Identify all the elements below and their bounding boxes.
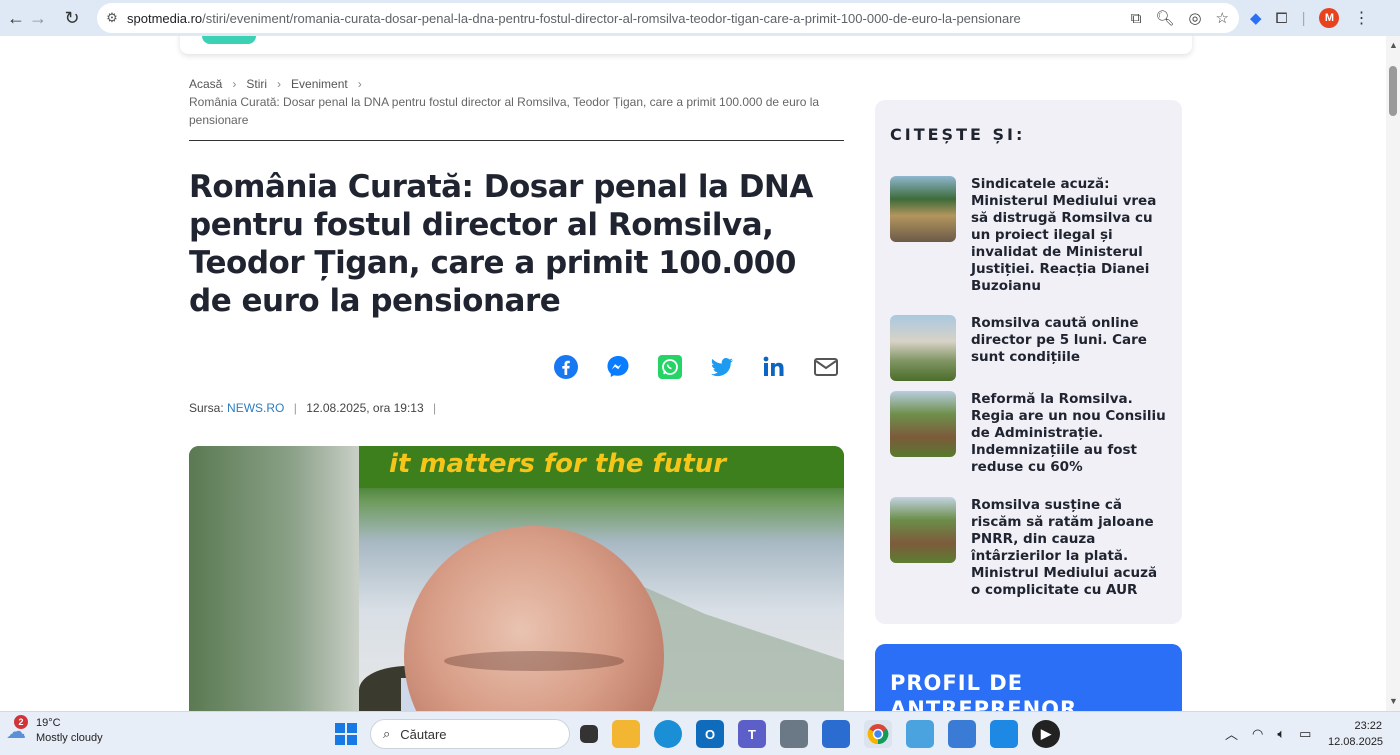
- file-explorer-icon[interactable]: [612, 720, 640, 748]
- outlook-icon[interactable]: O: [696, 720, 724, 748]
- related-item[interactable]: Reformă la Romsilva. Regia are un nou Co…: [890, 391, 1170, 476]
- source-link[interactable]: NEWS.RO: [227, 401, 284, 415]
- weather-widget[interactable]: ☁ 2 19°C Mostly cloudy: [6, 715, 103, 746]
- hero-brow: [444, 651, 624, 671]
- related-articles-card: CITEȘTE ȘI: Sindicatele acuză: Ministeru…: [875, 100, 1182, 624]
- toolbar-divider: |: [1301, 9, 1306, 27]
- url-path: /stiri/eveniment/romania-curata-dosar-pe…: [202, 10, 1021, 26]
- breadcrumb-divider: [189, 140, 844, 141]
- reload-icon[interactable]: ↻: [56, 2, 88, 34]
- search-icon: ⌕: [383, 726, 391, 741]
- related-item[interactable]: Romsilva caută online director pe 5 luni…: [890, 315, 1170, 381]
- url-host: spotmedia.ro: [127, 10, 203, 26]
- related-thumbnail[interactable]: [890, 497, 956, 563]
- scroll-down-arrow-icon[interactable]: ▼: [1389, 696, 1398, 706]
- taskbar-search[interactable]: ⌕ Căutare: [370, 719, 570, 749]
- search-placeholder: Căutare: [400, 726, 447, 742]
- related-thumbnail[interactable]: [890, 315, 956, 381]
- site-info-icon[interactable]: ⚙: [97, 10, 127, 26]
- chrome-icon[interactable]: [864, 720, 892, 748]
- browser-toolbar: ← → ↻ ⚙ spotmedia.ro/stiri/eveniment/rom…: [0, 0, 1400, 36]
- breadcrumb: Acasă › Stiri › Eveniment › România Curată: D…: [189, 75, 849, 129]
- page-scrollbar[interactable]: ▲ ▼: [1386, 36, 1400, 711]
- chevron-up-icon[interactable]: ︿: [1225, 724, 1238, 743]
- hero-background-trees: [189, 446, 359, 711]
- profile-antreprenor-card[interactable]: PROFIL DE ANTREPRENOR: [875, 644, 1182, 711]
- bookmark-star-icon[interactable]: ☆: [1216, 9, 1229, 27]
- hero-banner-text: it matters for the futur: [359, 446, 844, 488]
- more-menu-icon[interactable]: ⋮: [1353, 8, 1369, 28]
- taskbar-apps: O T ▶: [580, 720, 1060, 748]
- notepad-icon[interactable]: [948, 720, 976, 748]
- media-player-icon[interactable]: ▶: [1032, 720, 1060, 748]
- zoom-icon[interactable]: 🔍︎: [1155, 9, 1174, 27]
- related-title[interactable]: Romsilva caută online director pe 5 luni…: [971, 315, 1167, 381]
- weather-badge: 2: [14, 715, 28, 729]
- windows-start-icon[interactable]: [335, 723, 357, 745]
- edge-icon[interactable]: [654, 720, 682, 748]
- site-logo[interactable]: [202, 36, 256, 44]
- related-title[interactable]: Romsilva susține că riscăm să ratăm jalo…: [971, 497, 1167, 599]
- related-item[interactable]: Romsilva susține că riscăm să ratăm jalo…: [890, 497, 1170, 599]
- publish-date: 12.08.2025, ora 19:13: [306, 401, 424, 415]
- related-thumbnail[interactable]: [890, 176, 956, 242]
- teams-icon[interactable]: T: [738, 720, 766, 748]
- cloud-icon: ☁ 2: [6, 715, 28, 743]
- scrollbar-thumb[interactable]: [1389, 66, 1397, 116]
- article-meta: Sursa: NEWS.RO | 12.08.2025, ora 19:13 |: [189, 401, 442, 415]
- url-text[interactable]: spotmedia.ro/stiri/eveniment/romania-cur…: [127, 11, 1021, 26]
- related-heading: CITEȘTE ȘI:: [890, 125, 1026, 144]
- source-label: Sursa:: [189, 401, 224, 415]
- breadcrumb-separator: ›: [357, 77, 362, 91]
- share-buttons: [553, 352, 839, 382]
- breadcrumb-stiri[interactable]: Stiri: [246, 77, 267, 91]
- taskbar-clock[interactable]: 23:22 12.08.2025: [1328, 718, 1384, 750]
- breadcrumb-separator: ›: [232, 77, 237, 91]
- speaker-icon[interactable]: 🔈︎: [1277, 726, 1285, 742]
- breadcrumb-home[interactable]: Acasă: [189, 77, 222, 91]
- clock-date: 12.08.2025: [1328, 736, 1384, 748]
- maps-app-icon[interactable]: [906, 720, 934, 748]
- linkedin-icon[interactable]: [761, 354, 787, 380]
- breadcrumb-current: România Curată: Dosar penal la DNA pentr…: [189, 95, 820, 127]
- related-thumbnail[interactable]: [890, 391, 956, 457]
- site-header: [180, 36, 1192, 54]
- battery-icon[interactable]: ▭: [1299, 726, 1311, 742]
- weather-temp: 19°C: [36, 717, 61, 729]
- extensions-puzzle-icon[interactable]: ⧠: [1276, 10, 1288, 27]
- meta-separator: |: [293, 401, 297, 415]
- profile-card-title: PROFIL DE ANTREPRENOR: [890, 671, 1078, 711]
- photos-icon[interactable]: [990, 720, 1018, 748]
- weather-desc: Mostly cloudy: [36, 732, 103, 744]
- breadcrumb-separator: ›: [277, 77, 282, 91]
- related-title[interactable]: Reformă la Romsilva. Regia are un nou Co…: [971, 391, 1167, 476]
- install-app-icon[interactable]: ⧉: [1131, 10, 1142, 27]
- extension-diamond-icon[interactable]: ◆: [1250, 9, 1262, 27]
- calculator-icon[interactable]: [780, 720, 808, 748]
- related-item[interactable]: Sindicatele acuză: Ministerul Mediului v…: [890, 176, 1170, 295]
- related-title[interactable]: Sindicatele acuză: Ministerul Mediului v…: [971, 176, 1167, 295]
- wifi-icon[interactable]: ◠: [1252, 726, 1263, 742]
- clock-time: 23:22: [1354, 720, 1382, 732]
- page-viewport: Acasă › Stiri › Eveniment › România Curată: D…: [0, 36, 1386, 711]
- system-tray: ︿ ◠ 🔈︎ ▭: [1225, 724, 1311, 743]
- twitter-icon[interactable]: [709, 354, 735, 380]
- eye-off-icon[interactable]: ◎: [1188, 9, 1201, 27]
- address-bar[interactable]: ⚙ spotmedia.ro/stiri/eveniment/romania-c…: [97, 3, 1239, 33]
- article-title: România Curată: Dosar penal la DNA pentr…: [189, 169, 813, 319]
- hero-portrait: [404, 526, 664, 711]
- article-hero-image[interactable]: it matters for the futur: [189, 446, 844, 711]
- forward-arrow-icon[interactable]: →: [22, 2, 54, 34]
- profile-avatar[interactable]: M: [1319, 8, 1340, 28]
- windows-taskbar: ☁ 2 19°C Mostly cloudy ⌕ Căutare O T ▶ ︿ …: [0, 711, 1400, 755]
- meta-separator: |: [432, 401, 437, 415]
- document-app-icon[interactable]: [822, 720, 850, 748]
- breadcrumb-eveniment[interactable]: Eveniment: [291, 77, 348, 91]
- messenger-icon[interactable]: [605, 354, 631, 380]
- scroll-up-arrow-icon[interactable]: ▲: [1389, 40, 1398, 50]
- task-view-icon[interactable]: [580, 725, 598, 743]
- facebook-icon[interactable]: [553, 354, 579, 380]
- whatsapp-icon[interactable]: [657, 354, 683, 380]
- email-icon[interactable]: [813, 354, 839, 380]
